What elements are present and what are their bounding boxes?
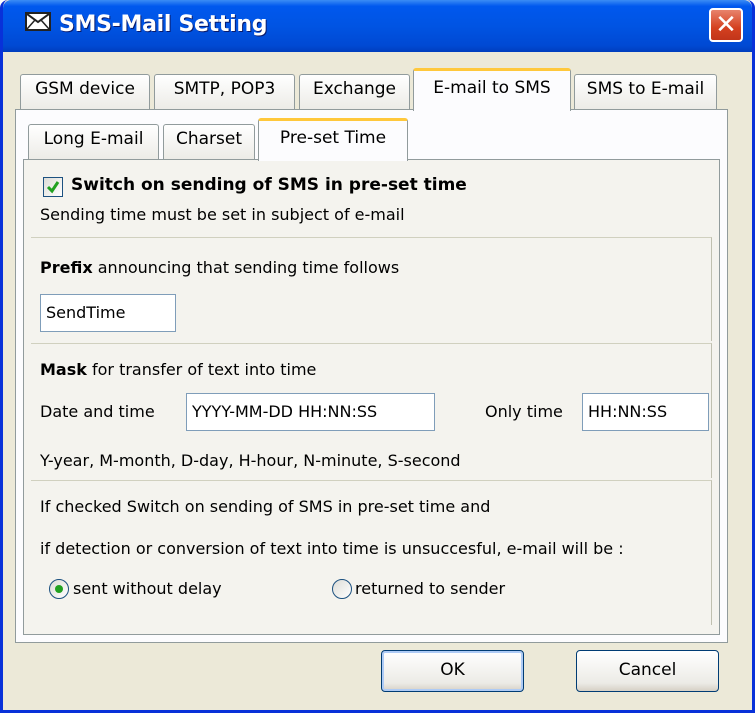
tab-email-to-sms[interactable]: E-mail to SMS [413, 68, 571, 111]
only-time-label: Only time [485, 402, 563, 421]
envelope-icon [25, 12, 51, 31]
mask-legend: Y-year, M-month, D-day, H-hour, N-minute… [40, 451, 461, 470]
tab-pre-set-time[interactable]: Pre-set Time [258, 118, 408, 161]
only-time-input[interactable]: HH:NN:SS [582, 393, 709, 431]
failure-line-1: If checked Switch on sending of SMS in p… [40, 497, 491, 516]
cancel-button[interactable]: Cancel [576, 650, 719, 692]
tab-exchange[interactable]: Exchange [299, 74, 410, 110]
prefix-label: Prefix announcing that sending time foll… [40, 258, 400, 277]
tab-sms-to-email[interactable]: SMS to E-mail [574, 74, 717, 110]
mask-label: Mask for transfer of text into time [40, 360, 317, 379]
ok-button[interactable]: OK [381, 650, 524, 692]
prefix-input[interactable]: SendTime [40, 294, 176, 332]
title-bar[interactable]: SMS-Mail Setting ✕ [3, 0, 752, 52]
failure-line-2: if detection or conversion of text into … [40, 539, 624, 558]
switch-checkbox[interactable] [43, 177, 63, 197]
switch-checkbox-label[interactable]: Switch on sending of SMS in pre-set time [71, 175, 467, 195]
dialog-window: SMS-Mail Setting ✕ GSM device SMTP, POP3… [0, 0, 755, 713]
radio-returned-to-sender-label[interactable]: returned to sender [355, 579, 505, 598]
switch-note: Sending time must be set in subject of e… [40, 205, 405, 224]
close-button[interactable]: ✕ [709, 8, 743, 42]
tab-gsm-device[interactable]: GSM device [20, 74, 150, 110]
radio-sent-without-delay[interactable] [49, 579, 69, 599]
radio-sent-without-delay-label[interactable]: sent without delay [73, 579, 222, 598]
date-time-input[interactable]: YYYY-MM-DD HH:NN:SS [186, 393, 435, 431]
checkmark-icon [46, 181, 60, 194]
radio-selected-dot [55, 585, 63, 593]
tab-charset[interactable]: Charset [163, 124, 255, 160]
tab-long-email[interactable]: Long E-mail [28, 124, 159, 160]
radio-returned-to-sender[interactable] [332, 579, 352, 599]
window-title: SMS-Mail Setting [59, 12, 268, 37]
close-icon: ✕ [715, 10, 737, 40]
date-time-label: Date and time [40, 402, 155, 421]
tab-smtp-pop3[interactable]: SMTP, POP3 [154, 74, 295, 110]
